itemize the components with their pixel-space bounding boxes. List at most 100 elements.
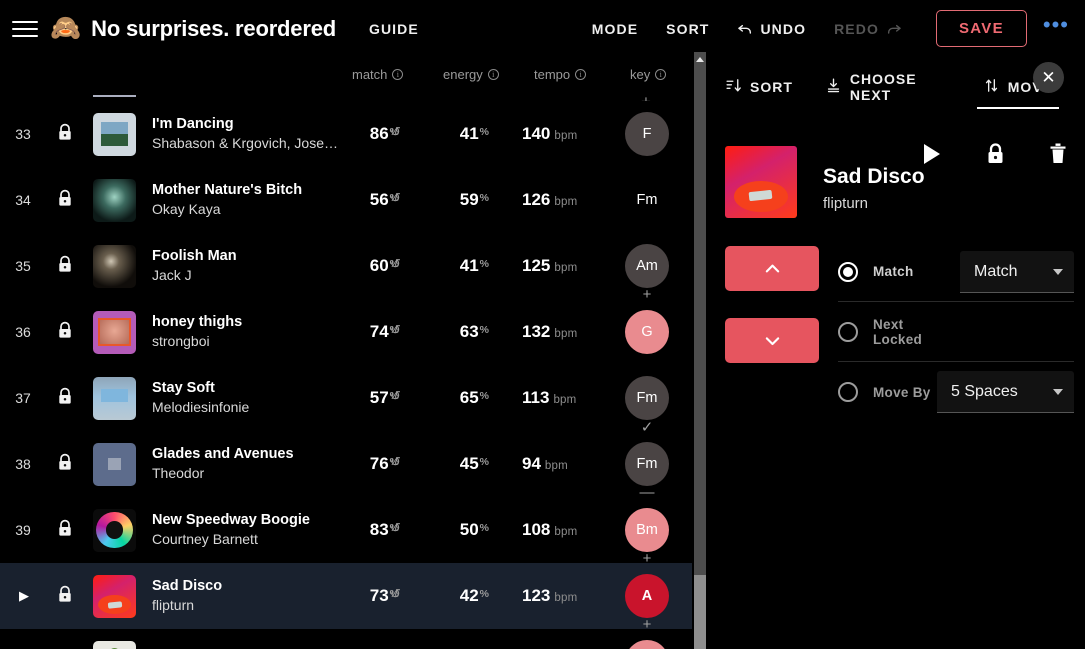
key-cell[interactable]: Bm [625,508,669,552]
sort-button[interactable]: SORT [666,21,709,37]
row-lock-toggle[interactable] [55,123,75,146]
row-lock-toggle[interactable] [55,321,75,344]
radio-match[interactable] [838,261,858,282]
key-badge: Fm [636,192,658,208]
reset-match-icon[interactable]: ↺ [390,256,401,272]
reset-match-icon[interactable]: ↺ [390,454,401,470]
column-header-energy: energy i [443,67,499,82]
key-cell[interactable]: Fm [625,376,669,420]
hamburger-icon[interactable] [12,19,38,39]
track-meta: New Speedway Boogie Courtney Barnett [152,511,342,549]
table-row[interactable]: Out Of My Mind [0,629,692,649]
table-row[interactable]: 37 Stay Soft Melodiesinfonie 57% ↺ 65% 113 bpm F… [0,365,692,431]
chevron-up-icon [765,264,779,273]
scrollbar-track[interactable] [694,52,706,649]
reset-match-icon[interactable]: ↺ [390,586,401,602]
tempo-value: 108 bpm [522,520,578,539]
key-cell[interactable]: Am [625,244,669,288]
key-cell[interactable]: G [625,310,669,354]
top-bar: 🙈 No surprises. reordered GUIDE MODE SOR… [0,0,1085,57]
column-label-match: match [352,67,388,82]
track-title: Glades and Avenues [152,446,294,462]
reset-match-icon[interactable]: ↺ [390,190,401,206]
key-cell[interactable] [625,640,669,649]
row-lock-toggle[interactable] [55,255,75,278]
radio-dot [843,266,853,277]
info-icon[interactable]: i [392,69,404,80]
tab-label: SORT [750,79,793,95]
mode-button[interactable]: MODE [592,21,638,37]
info-icon[interactable]: i [487,69,499,80]
option-row[interactable]: Next Locked [838,302,1074,362]
row-play-icon[interactable]: ▶ [12,588,36,604]
info-icon[interactable]: i [655,69,667,80]
key-cell[interactable]: F [625,112,669,156]
undo-button[interactable]: UNDO [737,21,806,37]
select-match[interactable]: Match [960,251,1074,293]
table-row[interactable]: 36 honey thighs strongboi 74% ↺ 63% 132 bpm G [0,299,692,365]
list-scrollbar[interactable] [692,52,708,649]
radio-next-locked[interactable] [838,321,858,342]
table-row[interactable]: 35 Foolish Man Jack J 60% ↺ 41% 125 bpm Am [0,233,692,299]
reset-match-icon[interactable]: ↺ [390,388,401,404]
key-badge: Am [625,244,669,288]
tab-sort[interactable]: SORT [725,77,793,109]
scrollbar-thumb[interactable] [694,575,706,649]
table-row[interactable]: 34 Mother Nature's Bitch Okay Kaya 56% ↺ 59% 1… [0,167,692,233]
track-artist: Melodiesinfonie [152,399,250,415]
guide-button[interactable]: GUIDE [369,21,419,37]
column-header-tempo: tempo i [534,67,587,82]
key-cell[interactable]: Fm [625,442,669,486]
option-row[interactable]: Move By 5 Spaces [838,362,1074,422]
lock-button[interactable] [978,137,1012,171]
radio-move-by[interactable] [838,382,858,402]
row-lock-toggle[interactable] [55,585,75,608]
play-button[interactable] [915,137,949,171]
row-lock-toggle[interactable] [55,189,75,212]
tab-choose-next[interactable]: CHOOSE NEXT [825,71,951,115]
track-artist: flipturn [152,597,195,613]
album-artwork [93,508,136,552]
scroll-up-arrow-icon[interactable] [696,57,704,62]
close-panel-button[interactable]: ✕ [1033,62,1064,93]
row-lock-toggle[interactable] [55,387,75,410]
info-icon[interactable]: i [575,69,587,80]
track-title: I'm Dancing [152,116,234,132]
now-playing-artwork [725,146,797,218]
move-down-button[interactable] [725,318,819,363]
column-header-match: match i [352,67,404,82]
track-artist: Theodor [152,465,205,481]
key-cell[interactable]: Fm [625,178,669,222]
tempo-value: 125 bpm [522,256,578,275]
key-badge: G [625,310,669,354]
row-index: 33 [15,126,31,142]
redo-icon [887,24,901,34]
key-badge: Fm [625,442,669,486]
row-lock-toggle[interactable] [55,519,75,542]
track-artist: Jack J [152,267,192,283]
more-options-button[interactable]: ••• [1043,13,1069,38]
tempo-value: 94 bpm [522,454,568,473]
move-up-button[interactable] [725,246,819,291]
track-meta: Sad Disco flipturn [152,577,342,615]
table-row[interactable]: 39 New Speedway Boogie Courtney Barnett 83%… [0,497,692,563]
delete-button[interactable] [1041,137,1075,171]
select-move-by[interactable]: 5 Spaces [937,371,1074,413]
mode-label: MODE [591,20,639,37]
trash-icon [1050,143,1066,163]
redo-button[interactable]: REDO [834,21,902,37]
table-row[interactable]: 33 I'm Dancing Shabason & Krgovich, Joseph… [0,101,692,167]
row-lock-toggle[interactable] [55,453,75,476]
table-row[interactable]: 38 Glades and Avenues Theodor 76% ↺ 45% 94 bpm F… [0,431,692,497]
column-headers: match i energy i tempo i key i [0,57,692,93]
reset-match-icon[interactable]: ↺ [390,520,401,536]
undo-label: UNDO [760,20,807,37]
save-button[interactable]: SAVE [935,10,1027,47]
key-cell[interactable]: A [625,574,669,618]
lock-icon [988,143,1002,163]
monkey-logo-icon: 🙈 [50,14,82,42]
reset-match-icon[interactable]: ↺ [390,124,401,140]
table-row[interactable]: ▶ Sad Disco flipturn 73% ↺ 42% 123 bpm A [0,563,692,629]
reset-match-icon[interactable]: ↺ [390,322,401,338]
option-row[interactable]: Match Match [838,242,1074,302]
